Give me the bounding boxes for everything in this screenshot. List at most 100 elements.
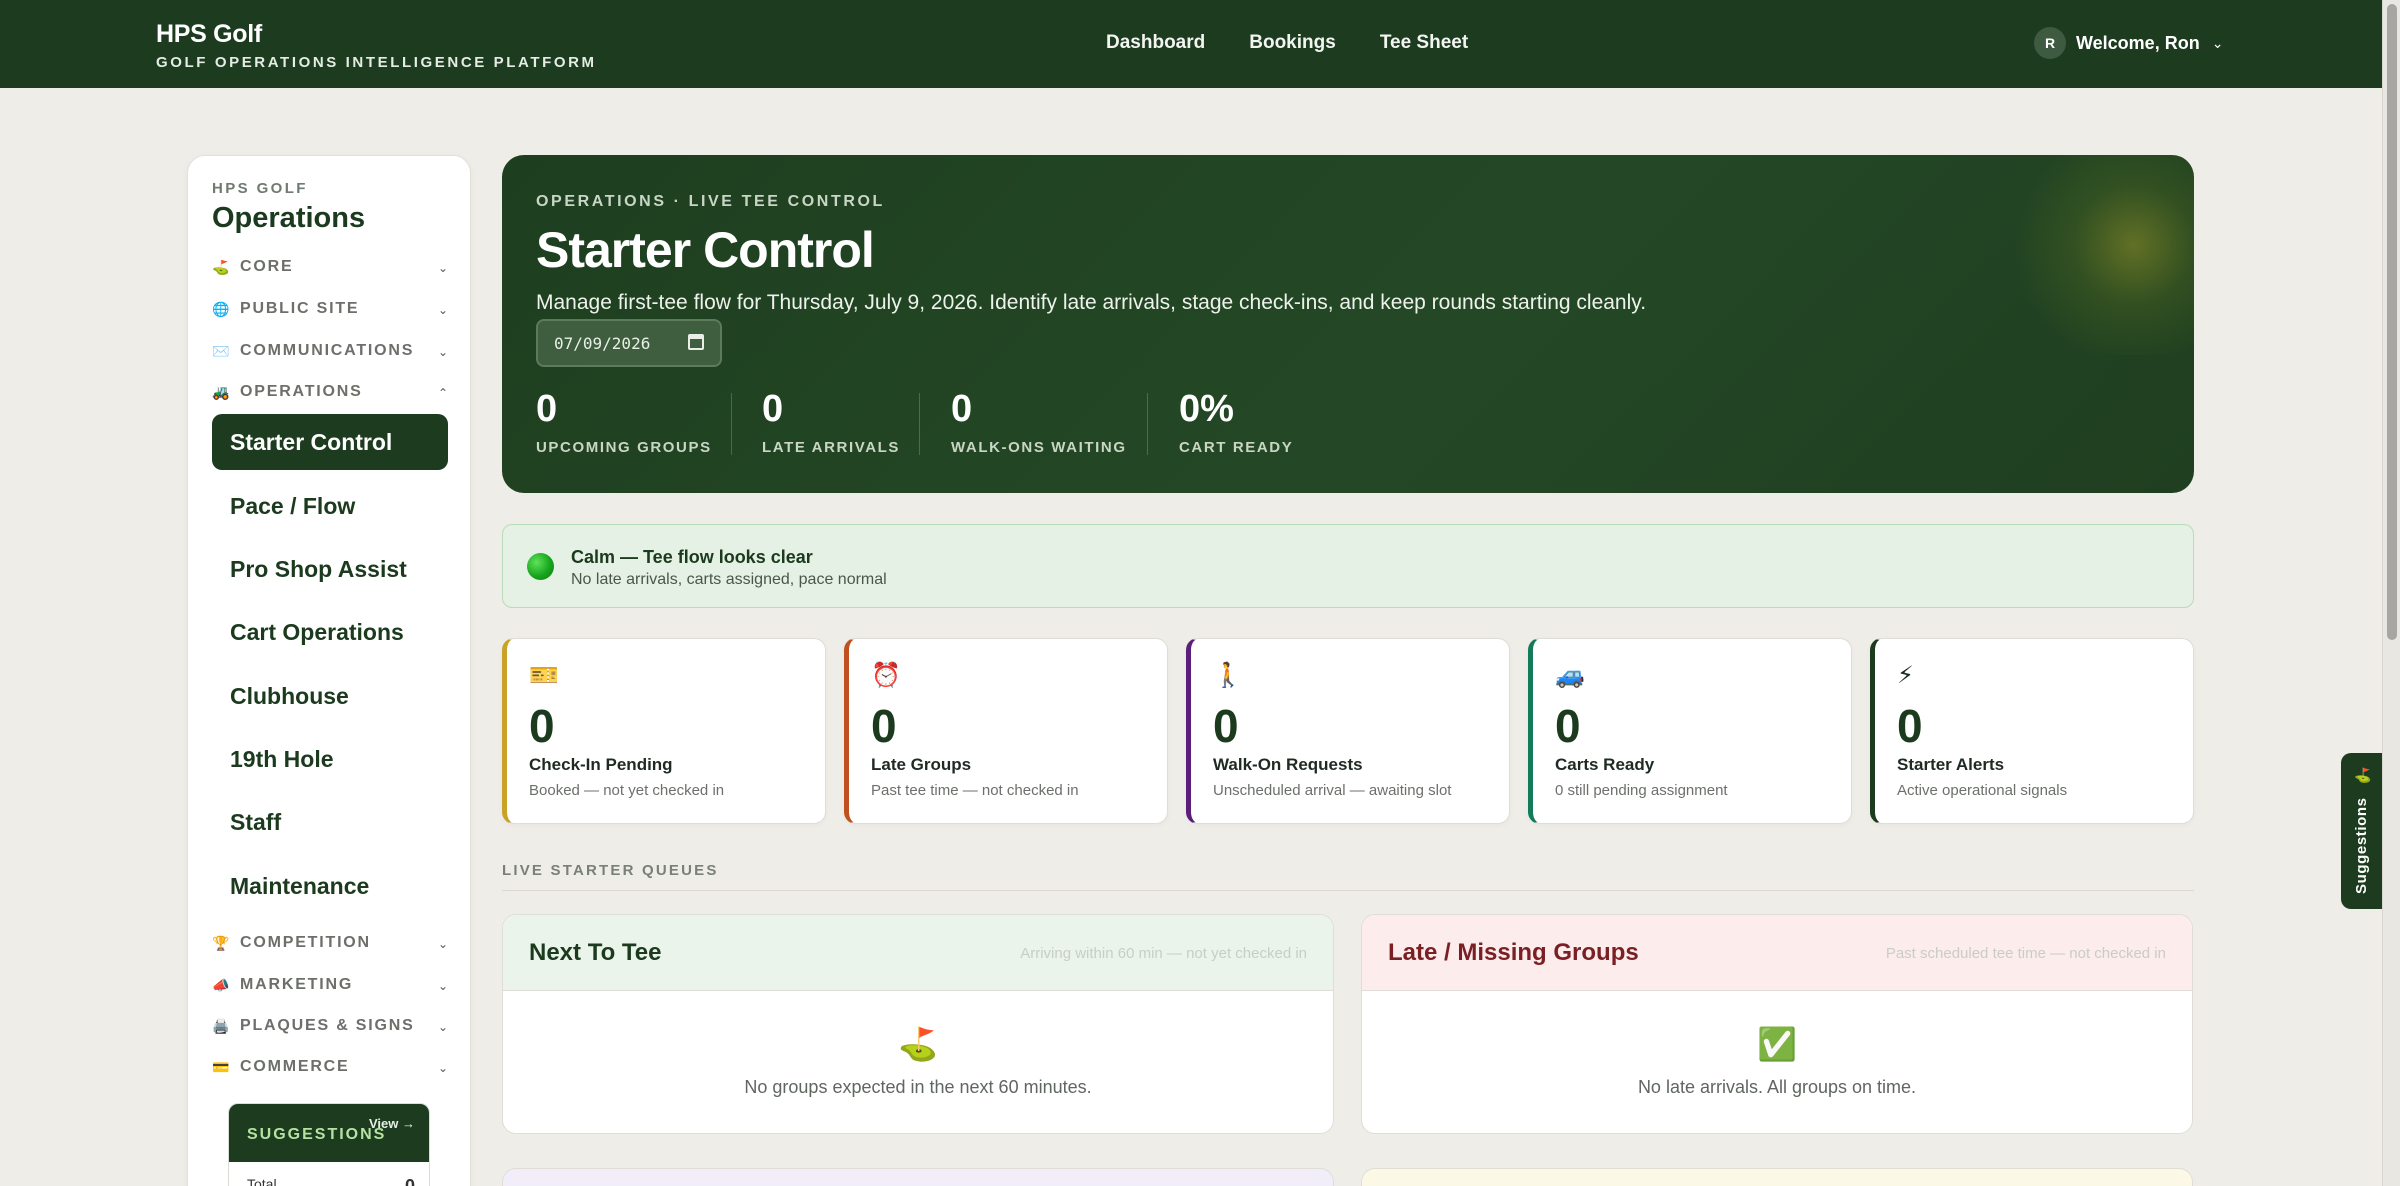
metric-value: 0	[1897, 700, 1923, 752]
flag-icon: ⛳	[212, 258, 230, 275]
envelope-icon: ✉️	[212, 342, 230, 359]
sidebar-group-label: COMMUNICATIONS	[240, 342, 415, 359]
printer-icon: 🖨️	[212, 1017, 230, 1034]
main-nav: Dashboard Bookings Tee Sheet	[1106, 32, 1468, 54]
status-title: Calm — Tee flow looks clear	[571, 547, 813, 567]
hero-glow	[2002, 155, 2194, 355]
hero-kicker: OPERATIONS · LIVE TEE CONTROL	[536, 193, 885, 210]
calendar-icon[interactable]	[688, 334, 704, 350]
sidebar-group-label: COMMERCE	[240, 1058, 350, 1075]
nav-dashboard[interactable]: Dashboard	[1106, 32, 1205, 54]
metric-card-walk-on-requests[interactable]: 🚶 0 Walk-On Requests Unscheduled arrival…	[1186, 638, 1510, 824]
sidebar-item-19th-hole[interactable]: 19th Hole	[212, 731, 448, 787]
scrollbar-thumb[interactable]	[2387, 4, 2397, 640]
chevron-down-icon: ⌄	[437, 1061, 448, 1075]
sidebar-group-competition[interactable]: 🏆 COMPETITION ⌄	[212, 928, 448, 958]
chevron-down-icon: ⌄	[437, 979, 448, 993]
stat-divider	[919, 393, 920, 455]
welcome-text: Welcome, Ron	[2076, 32, 2200, 53]
sidebar-item-cart-operations[interactable]: Cart Operations	[212, 604, 448, 660]
chevron-down-icon: ⌄	[2211, 34, 2224, 51]
suggestions-card-title: SUGGESTIONS	[247, 1126, 387, 1143]
lightning-icon: ⚡	[1897, 662, 1914, 689]
metric-title: Check-In Pending	[529, 755, 673, 774]
sidebar-group-communications[interactable]: ✉️ COMMUNICATIONS ⌄	[212, 336, 448, 366]
chevron-down-icon: ⌄	[437, 937, 448, 951]
credit-card-icon: 💳	[212, 1058, 230, 1075]
nav-bookings[interactable]: Bookings	[1249, 32, 1336, 54]
panel-note: Past scheduled tee time — not checked in	[1885, 945, 2166, 962]
sidebar-group-commerce[interactable]: 💳 COMMERCE ⌄	[212, 1052, 448, 1082]
metric-subtitle: Unscheduled arrival — awaiting slot	[1213, 782, 1452, 799]
sidebar-kicker: HPS GOLF	[212, 180, 308, 197]
page-scrollbar[interactable]	[2382, 0, 2400, 1186]
hero-panel: OPERATIONS · LIVE TEE CONTROL Starter Co…	[502, 155, 2194, 493]
section-label: LIVE STARTER QUEUES	[502, 862, 719, 879]
sidebar-group-core[interactable]: ⛳ CORE ⌄	[212, 252, 448, 282]
ticket-icon: 🎫	[529, 662, 559, 689]
stat-label: UPCOMING GROUPS	[536, 439, 712, 456]
panel-title: Next To Tee	[529, 939, 662, 966]
section-divider	[502, 890, 2194, 891]
page-description: Manage first-tee flow for Thursday, July…	[536, 291, 1647, 314]
stat-walk-ons-waiting: 0 WALK-ONS WAITING	[951, 387, 1127, 456]
stat-upcoming-groups: 0 UPCOMING GROUPS	[536, 387, 712, 456]
flag-icon: ⛳	[2354, 767, 2372, 783]
stat-cart-ready: 0% CART READY	[1179, 387, 1293, 456]
sidebar-item-pro-shop-assist[interactable]: Pro Shop Assist	[212, 541, 448, 597]
suggestions-card: SUGGESTIONS View → Total 0	[228, 1103, 430, 1186]
user-menu[interactable]: R Welcome, Ron ⌄	[2034, 27, 2223, 59]
status-subtitle: No late arrivals, carts assigned, pace n…	[571, 571, 887, 588]
sidebar-group-label: OPERATIONS	[240, 383, 363, 400]
suggestions-floating-tab[interactable]: ⛳ Suggestions	[2341, 753, 2383, 909]
suggestions-view-link[interactable]: View →	[369, 1116, 415, 1131]
top-bar: HPS Golf GOLF OPERATIONS INTELLIGENCE PL…	[0, 0, 2382, 88]
metric-card-carts-ready[interactable]: 🚙 0 Carts Ready 0 still pending assignme…	[1528, 638, 1852, 824]
chevron-down-icon: ⌄	[437, 345, 448, 359]
brand-name: HPS Golf	[156, 20, 262, 48]
sidebar-group-label: PUBLIC SITE	[240, 300, 360, 317]
stat-value: 0%	[1179, 388, 1234, 430]
flow-status-banner: Calm — Tee flow looks clear No late arri…	[502, 524, 2194, 608]
sidebar: HPS GOLF Operations ⛳ CORE ⌄ 🌐 PUBLIC SI…	[187, 155, 471, 1186]
brand[interactable]: HPS Golf GOLF OPERATIONS INTELLIGENCE PL…	[156, 20, 597, 71]
nav-tee-sheet[interactable]: Tee Sheet	[1380, 32, 1468, 54]
sidebar-group-marketing[interactable]: 📣 MARKETING ⌄	[212, 970, 448, 1000]
metric-card-starter-alerts[interactable]: ⚡ 0 Starter Alerts Active operational si…	[1870, 638, 2194, 824]
metric-subtitle: Active operational signals	[1897, 782, 2068, 799]
page-title: Starter Control	[536, 222, 875, 278]
sidebar-group-plaques-signs[interactable]: 🖨️ PLAQUES & SIGNS ⌄	[212, 1011, 448, 1041]
cart-icon: 🚙	[1555, 662, 1585, 689]
next-panel-peek	[1361, 1168, 2193, 1186]
late-missing-groups-panel: Late / Missing Groups Past scheduled tee…	[1361, 914, 2193, 1134]
sidebar-group-public-site[interactable]: 🌐 PUBLIC SITE ⌄	[212, 294, 448, 324]
sidebar-item-starter-control[interactable]: Starter Control	[212, 414, 448, 470]
stat-value: 0	[762, 388, 784, 430]
metric-value: 0	[529, 700, 555, 752]
megaphone-icon: 📣	[212, 976, 230, 993]
golf-flag-icon: ⛳	[898, 1026, 938, 1062]
chevron-up-icon: ⌃	[437, 386, 448, 400]
next-to-tee-panel: Next To Tee Arriving within 60 min — not…	[502, 914, 1334, 1134]
metric-subtitle: Booked — not yet checked in	[529, 782, 725, 799]
chevron-down-icon: ⌄	[437, 1020, 448, 1034]
sidebar-group-operations[interactable]: 🚜 OPERATIONS ⌃	[212, 377, 448, 407]
sidebar-item-maintenance[interactable]: Maintenance	[212, 858, 448, 914]
stat-late-arrivals: 0 LATE ARRIVALS	[762, 387, 900, 456]
brand-subtitle: GOLF OPERATIONS INTELLIGENCE PLATFORM	[156, 54, 597, 71]
metric-value: 0	[871, 700, 897, 752]
sidebar-item-pace-flow[interactable]: Pace / Flow	[212, 478, 448, 534]
sidebar-item-clubhouse[interactable]: Clubhouse	[212, 668, 448, 724]
metric-card-check-in-pending[interactable]: 🎫 0 Check-In Pending Booked — not yet ch…	[502, 638, 826, 824]
green-circle-icon	[527, 553, 554, 580]
stat-value: 0	[951, 388, 973, 430]
sidebar-item-staff[interactable]: Staff	[212, 794, 448, 850]
sidebar-group-label: COMPETITION	[240, 934, 371, 951]
metric-value: 0	[1213, 700, 1239, 752]
empty-state-text: No groups expected in the next 60 minute…	[744, 1077, 1092, 1097]
empty-state-text: No late arrivals. All groups on time.	[1637, 1077, 1917, 1097]
metric-title: Starter Alerts	[1897, 755, 2005, 774]
sidebar-group-label: CORE	[240, 258, 294, 275]
metric-card-late-groups[interactable]: ⏰ 0 Late Groups Past tee time — not chec…	[844, 638, 1168, 824]
date-picker[interactable]: 07/09/2026	[536, 319, 722, 367]
